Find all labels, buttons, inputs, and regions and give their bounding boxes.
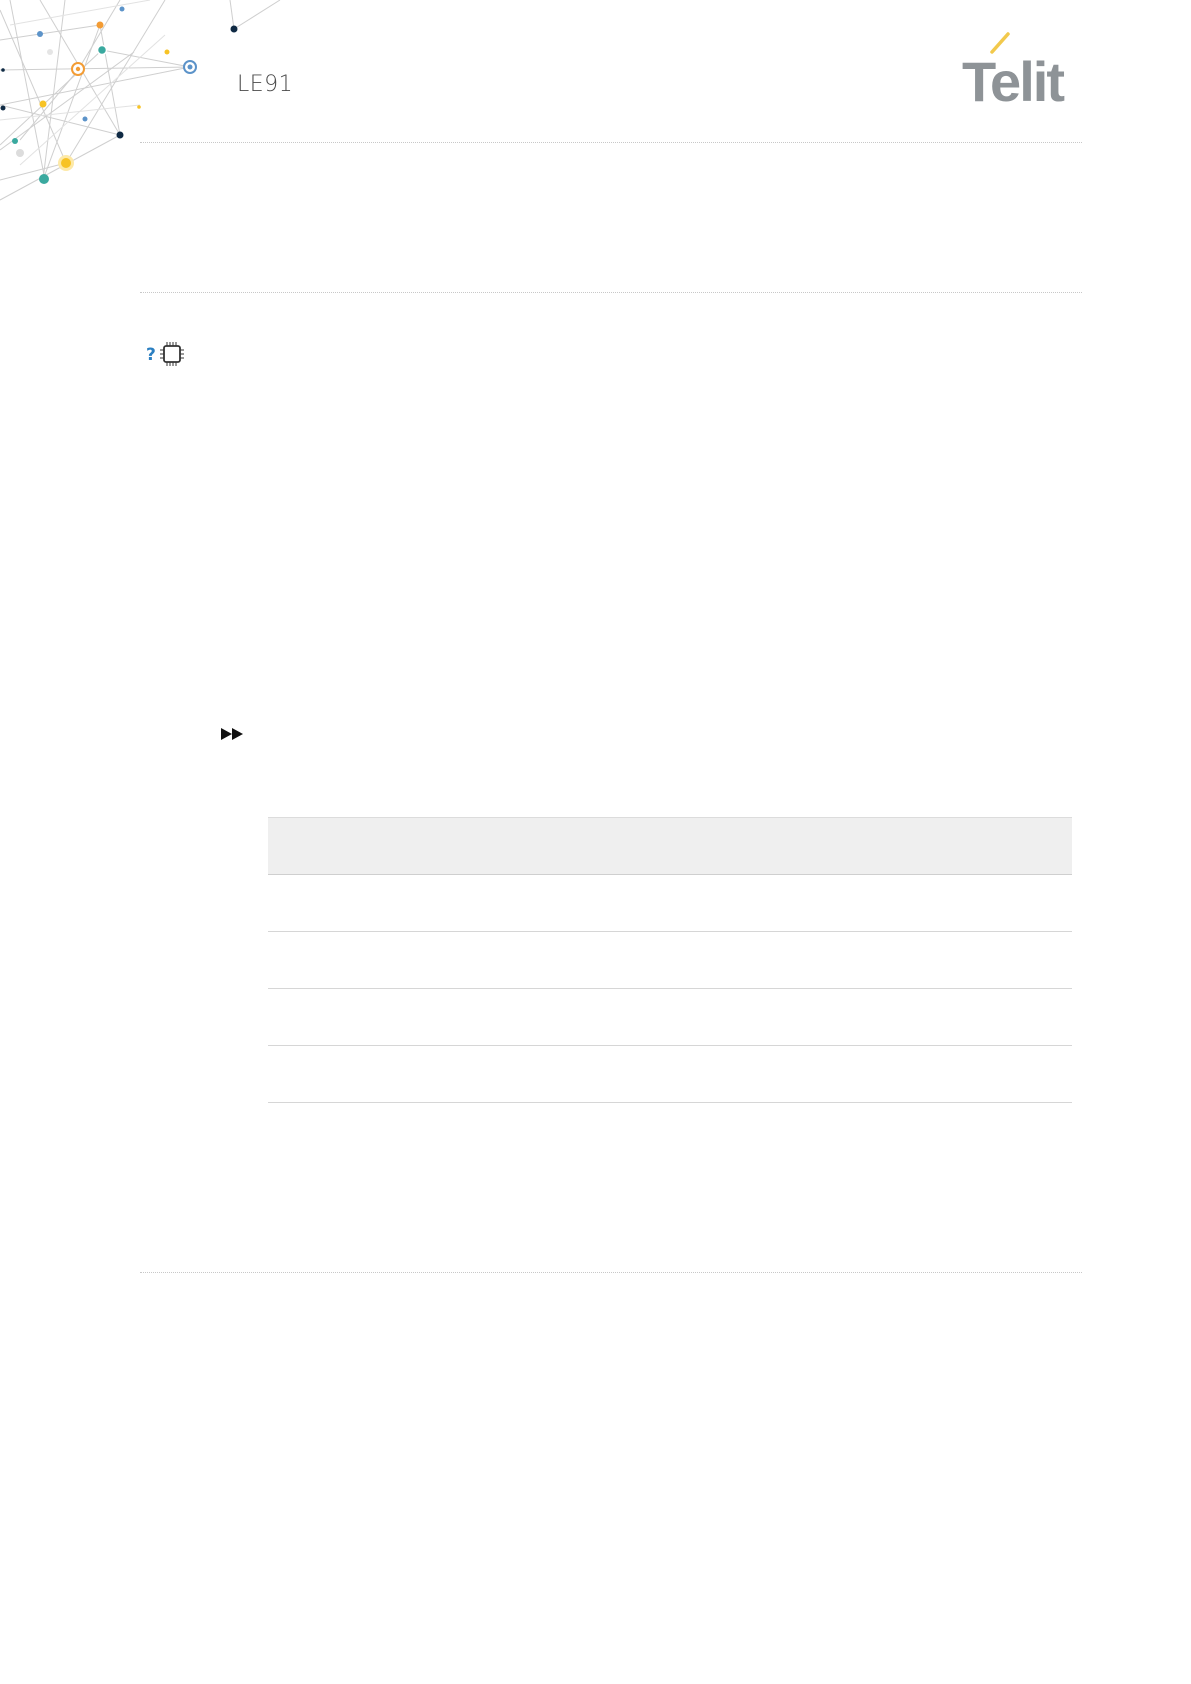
- footer-rule: [140, 1272, 1082, 1273]
- table-cell: [268, 1045, 1072, 1103]
- table-cell: [268, 931, 1072, 989]
- table-cell: [268, 988, 1072, 1046]
- table-row: [268, 1045, 1072, 1103]
- telit-logo: Telit: [962, 28, 1087, 113]
- logo-wordmark: Telit: [962, 50, 1064, 108]
- section-rule: [140, 292, 1082, 293]
- parameter-table: [268, 817, 1072, 1103]
- table-cell: [268, 874, 1072, 932]
- table-row: [268, 988, 1072, 1046]
- table-row: [268, 931, 1072, 989]
- svg-text:?: ?: [146, 345, 156, 365]
- header-rule: [140, 142, 1082, 143]
- table-header-cell: [268, 817, 1072, 875]
- question-chip-icon: ?: [146, 342, 184, 366]
- network-decoration: [0, 0, 281, 201]
- table-row: [268, 874, 1072, 932]
- fast-forward-icon: [221, 728, 243, 740]
- table-header-row: [268, 817, 1072, 875]
- document-title: LE91: [237, 72, 294, 97]
